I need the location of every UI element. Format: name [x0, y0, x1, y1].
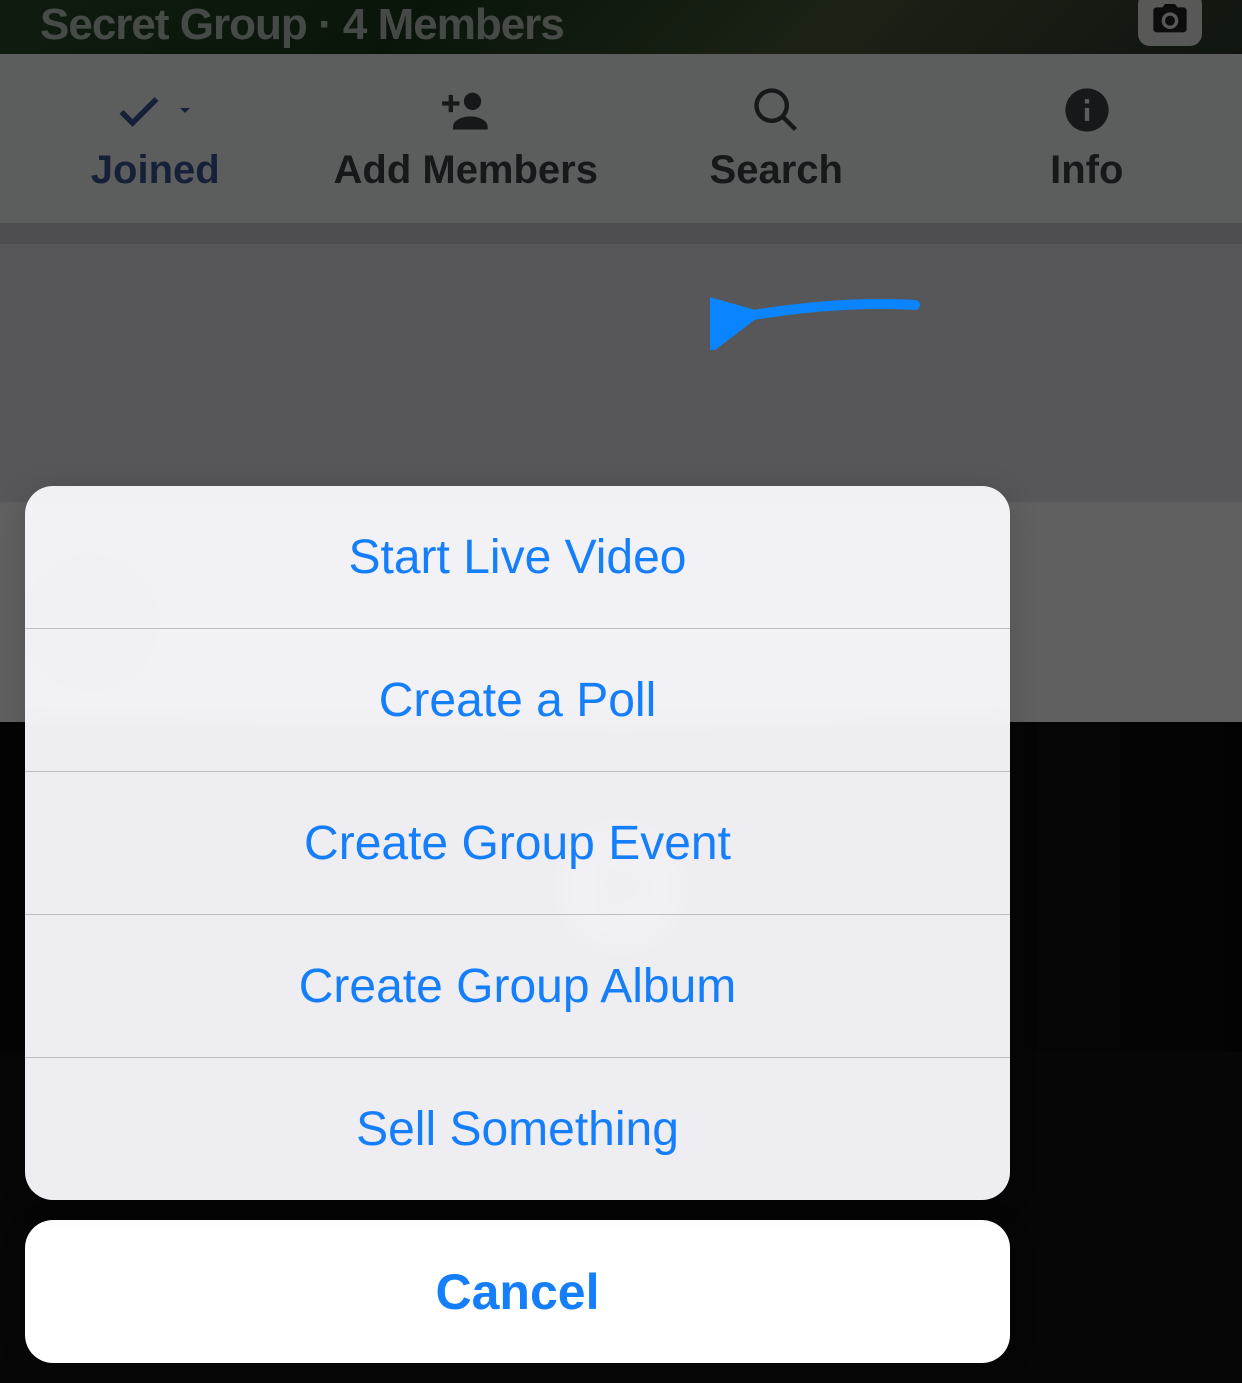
info-button[interactable]: Info [932, 54, 1242, 223]
search-label: Search [710, 148, 843, 193]
option-create-poll[interactable]: Create a Poll [25, 629, 1010, 772]
option-label: Create Group Album [299, 959, 737, 1014]
cover-photo: Secret Group · 4 Members [0, 0, 1242, 54]
option-sell-something[interactable]: Sell Something [25, 1058, 1010, 1200]
caret-down-icon [173, 98, 197, 122]
add-person-icon [440, 84, 492, 136]
group-visibility-members: Secret Group · 4 Members [40, 0, 564, 50]
member-count-label: 4 Members [343, 0, 564, 49]
info-label: Info [1050, 148, 1123, 193]
option-label: Create a Poll [379, 673, 656, 728]
add-members-button[interactable]: Add Members [311, 54, 622, 223]
checkmark-icon [113, 84, 165, 136]
separator-dot: · [318, 0, 343, 49]
cancel-label: Cancel [436, 1263, 600, 1321]
option-label: Create Group Event [304, 816, 731, 871]
search-icon [750, 84, 802, 136]
divider [0, 224, 1242, 244]
group-type-label: Secret Group [40, 0, 307, 49]
option-label: Sell Something [356, 1102, 679, 1157]
search-button[interactable]: Search [621, 54, 932, 223]
group-action-bar: Joined Add Members Search Info [0, 54, 1242, 224]
action-sheet-options: Start Live Video Create a Poll Create Gr… [25, 486, 1010, 1200]
info-icon [1061, 84, 1113, 136]
option-create-group-event[interactable]: Create Group Event [25, 772, 1010, 915]
action-sheet: Start Live Video Create a Poll Create Gr… [25, 486, 1010, 1363]
option-start-live-video[interactable]: Start Live Video [25, 486, 1010, 629]
camera-icon [1150, 0, 1190, 39]
option-label: Start Live Video [349, 530, 687, 585]
cancel-button[interactable]: Cancel [25, 1220, 1010, 1363]
add-members-label: Add Members [334, 148, 599, 193]
joined-button[interactable]: Joined [0, 54, 311, 223]
change-cover-button[interactable] [1138, 0, 1202, 46]
joined-label: Joined [91, 148, 220, 193]
option-create-group-album[interactable]: Create Group Album [25, 915, 1010, 1058]
